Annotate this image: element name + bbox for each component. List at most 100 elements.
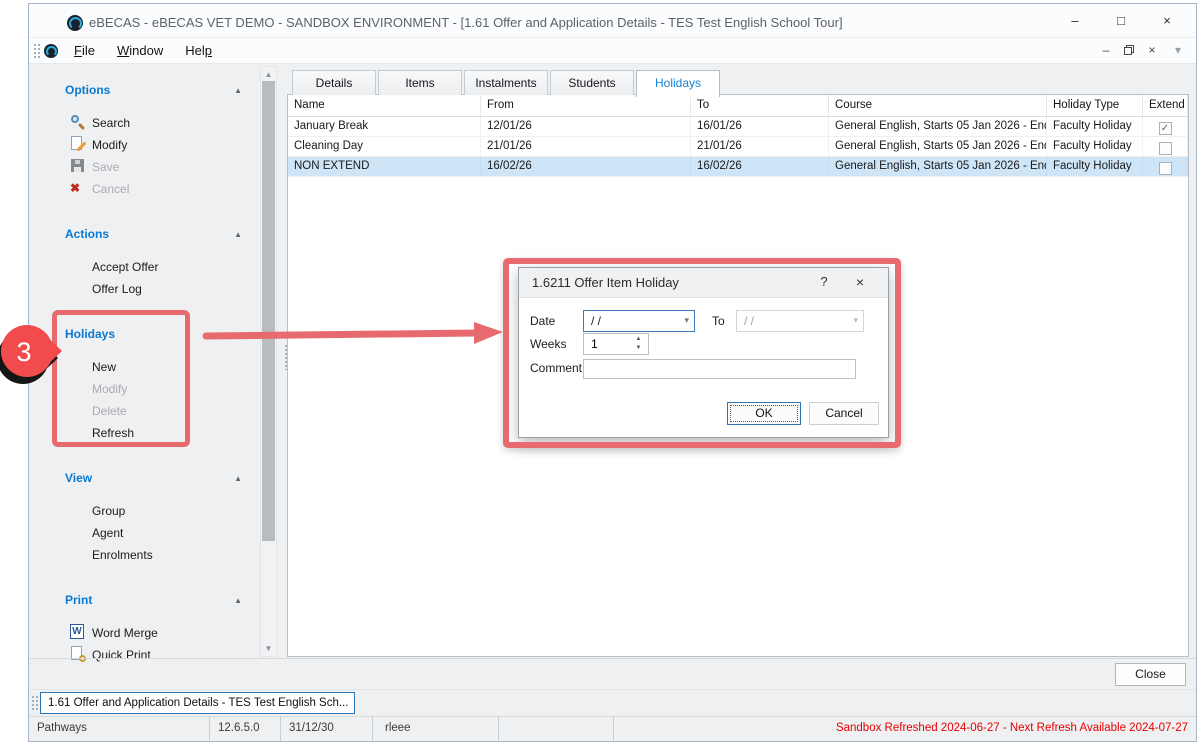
close-button[interactable]: Close [1115,663,1186,686]
divider [30,689,1196,690]
section-title: View [65,471,92,485]
sidebar-section-options: Options ▲ SearchModify Save ✖ Cancel [30,66,260,201]
app-logo-icon [67,15,83,31]
menu-item-help[interactable]: Help [174,43,223,58]
column-header-holiday-type[interactable]: Holiday Type [1047,95,1143,116]
tab-details[interactable]: Details [292,70,376,95]
sidebar-item-label: Cancel [92,182,129,196]
tab-students[interactable]: Students [550,70,634,95]
collapse-arrow-icon[interactable]: ▲ [234,474,242,483]
cell-holiday-type: Faculty Holiday [1047,137,1143,156]
cell-from: 21/01/26 [481,137,691,156]
mdi-minimize-icon[interactable]: – [1098,42,1114,58]
sidebar-item-enrolments[interactable]: Enrolments [30,545,260,567]
title-bar: eBECAS - eBECAS VET DEMO - SANDBOX ENVIR… [29,4,1196,37]
status-bar: Pathways12.6.5.031/12/30rleeeSandbox Ref… [29,716,1196,741]
sidebar-item-label: Word Merge [92,626,158,640]
section-title: Options [65,83,110,97]
cell-to: 16/01/26 [691,117,829,136]
menubar-grip[interactable] [33,43,40,60]
sandbox-refresh-note: Sandbox Refreshed 2024-06-27 - Next Refr… [614,717,1196,741]
cell-extend [1143,157,1188,176]
cell-to: 16/02/26 [691,157,829,176]
cell-course: General English, Starts 05 Jan 2026 - En… [829,157,1047,176]
cell-extend: ✓ [1143,117,1188,136]
tab-holidays[interactable]: Holidays [636,70,720,97]
table-row[interactable]: NON EXTEND16/02/2616/02/26General Englis… [288,157,1188,177]
tab-items[interactable]: Items [378,70,462,95]
scroll-down-icon[interactable]: ▼ [261,641,276,656]
sidebar-item-label: Save [92,160,119,174]
table-row[interactable]: Cleaning Day21/01/2621/01/26General Engl… [288,137,1188,157]
section-header-print[interactable]: Print▲ [30,593,260,610]
collapse-arrow-icon[interactable]: ▲ [234,86,242,95]
sidebar-item-label: Quick Print [92,648,151,662]
window-title: eBECAS - eBECAS VET DEMO - SANDBOX ENVIR… [89,15,843,30]
collapse-arrow-icon[interactable]: ▲ [234,596,242,605]
collapse-arrow-icon[interactable]: ▲ [234,230,242,239]
sidebar-item-word-merge[interactable]: W Word Merge [30,623,260,645]
taskbar-grip[interactable] [31,695,38,711]
divider [30,658,1196,659]
sidebar-item-agent[interactable]: Agent [30,523,260,545]
taskbar-window-button[interactable]: 1.61 Offer and Application Details - TES… [40,692,355,714]
column-header-extend[interactable]: Extend [1143,95,1188,116]
sidebar-item-label: Group [92,504,125,518]
extend-checkbox[interactable]: ✓ [1159,122,1172,135]
sidebar-item-label: Agent [92,526,123,540]
menu-item-file[interactable]: File [63,43,106,58]
maximize-icon[interactable]: □ [1110,12,1132,30]
cell-from: 16/02/26 [481,157,691,176]
sidebar-item-cancel[interactable]: ✖ Cancel [30,179,260,201]
minimize-icon[interactable]: – [1064,12,1086,30]
cell-from: 12/01/26 [481,117,691,136]
sidebar-item-accept-offer[interactable]: Accept Offer [30,257,260,279]
status-cell-empty [499,717,614,741]
column-header-from[interactable]: From [481,95,691,116]
screenshot-canvas: eBECAS - eBECAS VET DEMO - SANDBOX ENVIR… [0,0,1201,745]
sidebar-item-modify[interactable]: Modify [30,135,260,157]
sidebar-section-print: Print▲ W Word Merge Quick Print [30,567,260,667]
mdi-menu-icon[interactable]: ▾ [1170,42,1186,58]
sidebar-item-label: Offer Log [92,282,142,296]
section-header-options[interactable]: Options ▲ [30,83,260,100]
cell-course: General English, Starts 05 Jan 2026 - En… [829,137,1047,156]
section-header-view[interactable]: View ▲ [30,471,260,488]
sidebar-item-label: Accept Offer [92,260,158,274]
mdi-restore-icon[interactable] [1124,45,1134,55]
column-header-course[interactable]: Course [829,95,1047,116]
sidebar-item-offer-log[interactable]: Offer Log [30,279,260,301]
close-icon[interactable]: × [1156,12,1178,30]
scroll-up-icon[interactable]: ▲ [261,67,276,82]
cancel-x-icon: ✖ [70,180,86,196]
section-title: Actions [65,227,109,241]
status-cell-31-12-30: 31/12/30 [281,717,373,741]
edit-icon [70,136,86,152]
sidebar-item-quick-print[interactable]: Quick Print [30,645,260,667]
section-header-actions[interactable]: Actions ▲ [30,227,260,244]
column-header-to[interactable]: To [691,95,829,116]
table-row[interactable]: January Break12/01/2616/01/26General Eng… [288,117,1188,137]
sidebar-item-search[interactable]: Search [30,113,260,135]
cell-name: January Break [288,117,481,136]
sidebar-scrollbar[interactable]: ▲ ▼ [260,66,277,657]
cell-holiday-type: Faculty Holiday [1047,117,1143,136]
menu-items: FileWindowHelp [63,38,223,63]
word-merge-icon: W [70,624,84,639]
tab-instalments[interactable]: Instalments [464,70,548,95]
extend-checkbox[interactable] [1159,142,1172,155]
extend-checkbox[interactable] [1159,162,1172,175]
quick-print-icon [70,646,86,662]
menu-item-window[interactable]: Window [106,43,174,58]
sidebar-item-save[interactable]: Save [30,157,260,179]
section-items: SearchModify Save ✖ Cancel [30,100,260,201]
sidebar-item-group[interactable]: Group [30,501,260,523]
column-header-name[interactable]: Name [288,95,481,116]
status-cell-rleee: rleee [373,717,499,741]
menu-bar: FileWindowHelp – × ▾ [29,37,1196,64]
mdi-close-icon[interactable]: × [1144,42,1160,58]
annotation-box-dialog [503,258,901,448]
cell-name: Cleaning Day [288,137,481,156]
table-body: January Break12/01/2616/01/26General Eng… [288,117,1188,177]
scrollbar-thumb[interactable] [262,81,275,541]
